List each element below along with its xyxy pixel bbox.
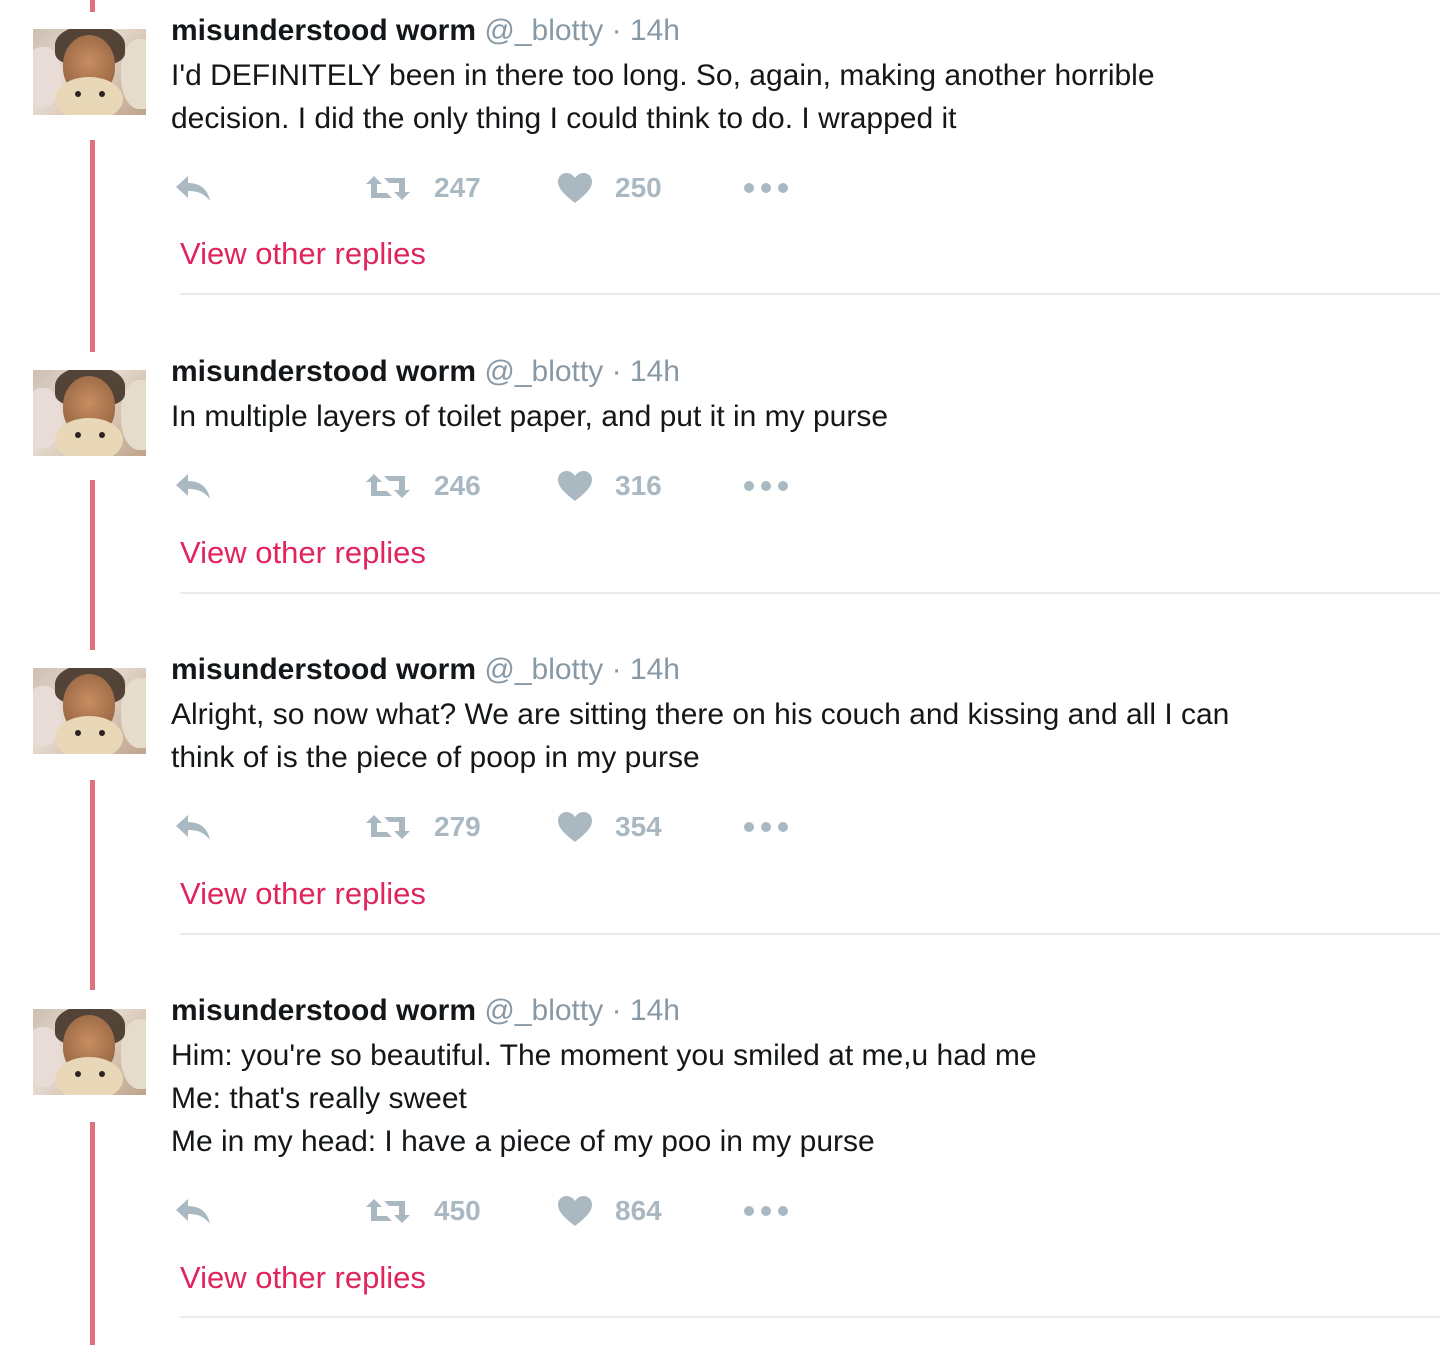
author-handle[interactable]: @_blotty	[484, 355, 603, 388]
tweet-actions: 247 250	[171, 168, 871, 208]
more-icon	[744, 1206, 788, 1216]
divider	[180, 592, 1440, 594]
retweet-button[interactable]: 247	[364, 168, 481, 208]
like-count: 864	[615, 1195, 662, 1226]
view-other-replies-link[interactable]: View other replies	[180, 1260, 426, 1296]
heart-icon	[558, 173, 592, 203]
author-handle[interactable]: @_blotty	[484, 14, 603, 47]
thread-line	[90, 780, 95, 990]
tweet-text: Alright, so now what? We are sitting the…	[171, 698, 1230, 774]
tweet-actions: 450 864	[171, 1191, 871, 1231]
more-button[interactable]	[743, 1191, 791, 1231]
author-handle[interactable]: @_blotty	[484, 994, 603, 1027]
author-name[interactable]: misunderstood worm	[171, 653, 476, 686]
like-button[interactable]: 864	[557, 1191, 662, 1231]
retweet-count: 450	[434, 1195, 481, 1226]
divider	[180, 293, 1440, 295]
heart-icon	[558, 471, 592, 501]
author-handle[interactable]: @_blotty	[484, 653, 603, 686]
timestamp[interactable]: 14h	[630, 994, 680, 1027]
tweet-header: misunderstood worm @_blotty · 14h	[171, 354, 680, 390]
author-name[interactable]: misunderstood worm	[171, 994, 476, 1027]
more-icon	[744, 822, 788, 832]
avatar[interactable]	[33, 29, 146, 115]
retweet-icon	[366, 815, 410, 839]
heart-icon	[558, 812, 592, 842]
tweet-actions: 279 354	[171, 807, 871, 847]
retweet-count: 279	[434, 811, 481, 842]
like-button[interactable]: 316	[557, 466, 662, 506]
timestamp[interactable]: 14h	[630, 355, 680, 388]
timestamp[interactable]: 14h	[630, 653, 680, 686]
like-button[interactable]: 250	[557, 168, 662, 208]
more-button[interactable]	[743, 807, 791, 847]
reply-icon	[176, 474, 210, 499]
author-name[interactable]: misunderstood worm	[171, 355, 476, 388]
like-count: 354	[615, 811, 662, 842]
reply-button[interactable]	[173, 466, 213, 506]
retweet-icon	[366, 1199, 410, 1223]
reply-icon	[176, 815, 210, 840]
separator: ·	[611, 653, 622, 686]
more-icon	[744, 481, 788, 491]
retweet-icon	[366, 176, 410, 200]
like-button[interactable]: 354	[557, 807, 662, 847]
more-icon	[744, 183, 788, 193]
heart-icon	[558, 1196, 592, 1226]
thread-line	[90, 480, 95, 650]
retweet-count: 246	[434, 470, 481, 501]
reply-button[interactable]	[173, 807, 213, 847]
timestamp[interactable]: 14h	[630, 14, 680, 47]
retweet-icon	[366, 474, 410, 498]
separator: ·	[611, 355, 622, 388]
view-other-replies-link[interactable]: View other replies	[180, 535, 426, 571]
reply-icon	[176, 176, 210, 201]
thread-line	[90, 140, 95, 352]
like-count: 316	[615, 470, 662, 501]
tweet-header: misunderstood worm @_blotty · 14h	[171, 652, 680, 688]
tweet-header: misunderstood worm @_blotty · 14h	[171, 993, 680, 1029]
retweet-button[interactable]: 279	[364, 807, 481, 847]
tweet-actions: 246 316	[171, 466, 871, 506]
divider	[180, 1316, 1440, 1318]
separator: ·	[611, 994, 622, 1027]
reply-icon	[176, 1199, 210, 1224]
view-other-replies-link[interactable]: View other replies	[180, 236, 426, 272]
avatar[interactable]	[33, 370, 146, 456]
retweet-button[interactable]: 450	[364, 1191, 481, 1231]
author-name[interactable]: misunderstood worm	[171, 14, 476, 47]
thread-line	[90, 0, 95, 12]
reply-button[interactable]	[173, 1191, 213, 1231]
more-button[interactable]	[743, 168, 791, 208]
retweet-button[interactable]: 246	[364, 466, 481, 506]
tweet-text: I'd DEFINITELY been in there too long. S…	[171, 59, 1155, 135]
more-button[interactable]	[743, 466, 791, 506]
thread-line	[90, 1122, 95, 1345]
reply-button[interactable]	[173, 168, 213, 208]
tweet-text: Him: you're so beautiful. The moment you…	[171, 1039, 1037, 1158]
separator: ·	[611, 14, 622, 47]
avatar[interactable]	[33, 1009, 146, 1095]
tweet-header: misunderstood worm @_blotty · 14h	[171, 13, 680, 49]
divider	[180, 933, 1440, 935]
avatar[interactable]	[33, 668, 146, 754]
view-other-replies-link[interactable]: View other replies	[180, 876, 426, 912]
like-count: 250	[615, 172, 662, 203]
retweet-count: 247	[434, 172, 481, 203]
tweet-text: In multiple layers of toilet paper, and …	[171, 400, 889, 433]
